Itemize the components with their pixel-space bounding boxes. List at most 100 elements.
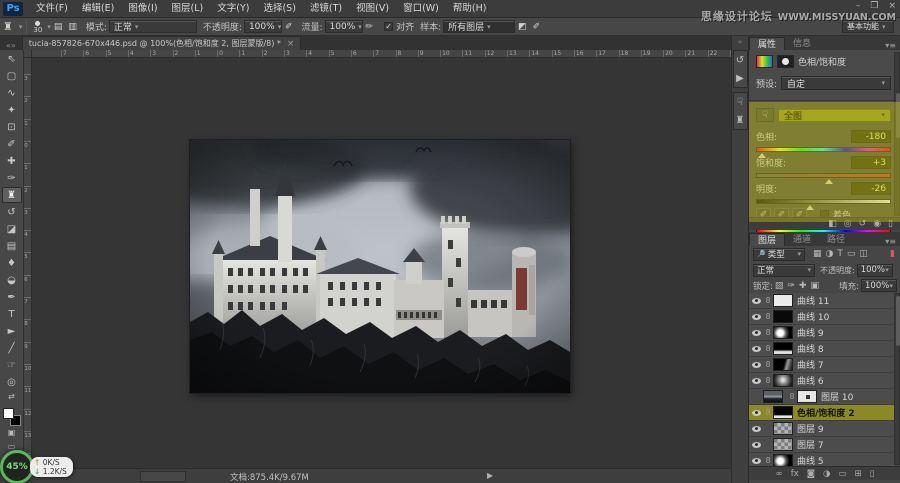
visibility-toggle[interactable] bbox=[749, 409, 763, 416]
filter-smart-icon[interactable]: ◫ bbox=[859, 249, 868, 259]
document-tab[interactable]: tucia-857826-670x446.psd @ 100%(色相/饱和度 2… bbox=[21, 36, 302, 50]
canvas-image[interactable] bbox=[125, 120, 630, 393]
dock-expander-icon[interactable]: «» bbox=[0, 41, 22, 50]
airbrush-icon[interactable]: ✏ bbox=[366, 19, 374, 35]
tool-preset-caret-icon[interactable]: ▾ bbox=[19, 23, 23, 31]
eraser-tool[interactable]: ◪ bbox=[2, 221, 22, 237]
new-group-icon[interactable]: ▭ bbox=[838, 469, 846, 479]
tab-close-icon[interactable]: × bbox=[287, 39, 295, 49]
visibility-toggle[interactable] bbox=[749, 441, 763, 448]
history-brush-tool[interactable]: ↺ bbox=[2, 204, 22, 220]
layer-mask-thumbnail[interactable] bbox=[773, 294, 793, 307]
delete-layer-icon[interactable]: ▯ bbox=[870, 469, 875, 479]
visibility-icon[interactable]: ◉ bbox=[873, 219, 881, 229]
horizontal-ruler[interactable]: 7 6 5 4 3 2 1 0 1 2 3 4 5 6 7 8 9 10 11 12 13 14 15 16 17 18 19 20 2… bbox=[24, 50, 731, 58]
layer-name[interactable]: 曲线 11 bbox=[797, 294, 829, 307]
ignore-adjustment-layers-icon[interactable]: ◩ bbox=[518, 19, 527, 35]
layer-mask-thumbnail[interactable] bbox=[773, 342, 793, 355]
crop-tool[interactable]: ⊡ bbox=[2, 119, 22, 135]
menu-item[interactable]: 选择(S) bbox=[256, 0, 302, 18]
zoom-level-field[interactable] bbox=[140, 471, 186, 482]
menu-item[interactable]: 视图(V) bbox=[349, 0, 396, 18]
reset-icon[interactable]: ↺ bbox=[859, 219, 867, 229]
filter-adjustment-icon[interactable]: ◑ bbox=[826, 249, 834, 259]
clone-stamp-tool[interactable]: ♜ bbox=[1, 187, 22, 203]
path-select-tool[interactable]: ► bbox=[2, 323, 22, 339]
layer-mask-thumbnail[interactable] bbox=[773, 374, 793, 387]
swap-colors-icon[interactable]: ⇄ bbox=[2, 392, 22, 404]
actions-panel-icon[interactable]: ▶ bbox=[734, 69, 747, 87]
align-checkbox[interactable]: ✓ bbox=[384, 22, 394, 31]
saturation-value[interactable]: +3 bbox=[851, 156, 891, 169]
network-monitor-widget[interactable]: 45% ↑ 0K/S ↓ 1.2K/S bbox=[0, 450, 73, 483]
quick-select-tool[interactable]: ✦ bbox=[2, 102, 22, 118]
filter-type-icon[interactable]: T bbox=[837, 249, 843, 259]
visibility-toggle[interactable] bbox=[749, 297, 763, 304]
lock-transparent-icon[interactable]: ▨ bbox=[775, 281, 784, 291]
layer-mask-thumbnail[interactable] bbox=[773, 406, 793, 419]
layer-row[interactable]: 图层 7 bbox=[749, 437, 894, 453]
collapse-dock-icon[interactable]: » bbox=[732, 36, 748, 46]
layer-name[interactable]: 曲线 8 bbox=[797, 342, 824, 355]
history-panel-icon[interactable]: ↺ bbox=[734, 51, 747, 69]
menu-item[interactable]: 文字(Y) bbox=[210, 0, 256, 18]
layer-thumbnail[interactable] bbox=[773, 438, 793, 451]
network-percent-badge[interactable]: 45% bbox=[0, 450, 34, 483]
pen-tool[interactable]: ✒ bbox=[2, 289, 22, 305]
lasso-tool[interactable]: ∿ bbox=[2, 85, 22, 101]
clip-to-layer-icon[interactable]: ◧ bbox=[828, 219, 837, 229]
layer-row[interactable]: 8 图层 10 bbox=[749, 389, 894, 405]
layer-blend-select[interactable]: 正常 ▾ bbox=[753, 263, 815, 277]
menu-item[interactable]: 滤镜(T) bbox=[303, 0, 349, 18]
brush-tool[interactable]: ✑ bbox=[2, 170, 22, 186]
layer-row[interactable]: 8 色相/饱和度 2 bbox=[749, 405, 894, 421]
adjustment-layer-icon[interactable]: ◑ bbox=[823, 469, 830, 479]
brush-preset-picker[interactable]: 30 bbox=[33, 20, 42, 33]
lock-pixels-icon[interactable]: ✑ bbox=[787, 281, 795, 291]
menu-item[interactable]: 编辑(E) bbox=[75, 0, 121, 18]
hue-value[interactable]: -180 bbox=[851, 130, 891, 143]
layer-row[interactable]: 8 曲线 11 bbox=[749, 293, 894, 309]
lightness-value[interactable]: -26 bbox=[851, 182, 891, 195]
layer-name[interactable]: 曲线 7 bbox=[797, 358, 824, 371]
menu-item[interactable]: 帮助(H) bbox=[446, 0, 494, 18]
filter-shape-icon[interactable]: ▭ bbox=[847, 249, 856, 259]
lock-all-icon[interactable]: ▣ bbox=[810, 281, 819, 291]
eyedropper-tool[interactable]: ✐ bbox=[2, 136, 22, 152]
layers-scrollbar[interactable] bbox=[894, 293, 900, 465]
healing-brush-tool[interactable]: ✚ bbox=[2, 153, 22, 169]
layer-row[interactable]: 8 曲线 10 bbox=[749, 309, 894, 325]
menu-item[interactable]: 图像(I) bbox=[121, 0, 164, 18]
blur-tool[interactable]: ♦ bbox=[2, 255, 22, 271]
layer-name[interactable]: 曲线 5 bbox=[797, 454, 824, 466]
delete-adjustment-icon[interactable]: ▯ bbox=[888, 219, 893, 229]
layer-name[interactable]: 图层 7 bbox=[797, 438, 824, 451]
tool-preset-icon[interactable]: ♜ bbox=[3, 19, 13, 35]
vertical-ruler[interactable]: 32101234567891011121314 bbox=[24, 58, 32, 468]
layer-style-icon[interactable]: fx bbox=[791, 469, 799, 479]
clone-source-panel-icon[interactable]: ▥ bbox=[68, 19, 77, 35]
gradient-tool[interactable]: ▤ bbox=[2, 238, 22, 254]
shape-tool[interactable]: ╱ bbox=[2, 340, 22, 356]
panel-menu-icon[interactable]: ▾≡ bbox=[880, 41, 900, 50]
filter-toggle-icon[interactable]: ▮ bbox=[890, 249, 895, 259]
filter-pixel-icon[interactable]: ▦ bbox=[813, 249, 822, 259]
hue-slider[interactable] bbox=[756, 147, 891, 158]
tab-paths[interactable]: 路径 bbox=[819, 233, 853, 246]
layer-fill-select[interactable]: 100% ▾ bbox=[861, 279, 897, 292]
layer-row[interactable]: 8 曲线 8 bbox=[749, 341, 894, 357]
clone-source-icon[interactable]: ♜ bbox=[734, 111, 747, 129]
layer-row[interactable]: 8 曲线 5 bbox=[749, 453, 894, 466]
layer-name[interactable]: 曲线 10 bbox=[797, 310, 829, 323]
layer-mask-thumbnail[interactable] bbox=[797, 390, 817, 403]
opacity-select[interactable]: 100% ▾ bbox=[243, 20, 282, 33]
layer-row[interactable]: 8 曲线 7 bbox=[749, 357, 894, 373]
status-options-arrow-icon[interactable]: ▶ bbox=[487, 471, 493, 480]
foreground-color-swatch[interactable] bbox=[2, 408, 14, 419]
layer-name[interactable]: 图层 10 bbox=[821, 390, 853, 403]
layer-name[interactable]: 曲线 6 bbox=[797, 374, 824, 387]
panel-menu-icon[interactable]: ▾≡ bbox=[880, 237, 900, 246]
layer-name[interactable]: 图层 9 bbox=[797, 422, 824, 435]
layer-mask-thumbnail[interactable] bbox=[773, 326, 793, 339]
brush-panel-toggle-icon[interactable]: ▤ bbox=[54, 19, 63, 35]
